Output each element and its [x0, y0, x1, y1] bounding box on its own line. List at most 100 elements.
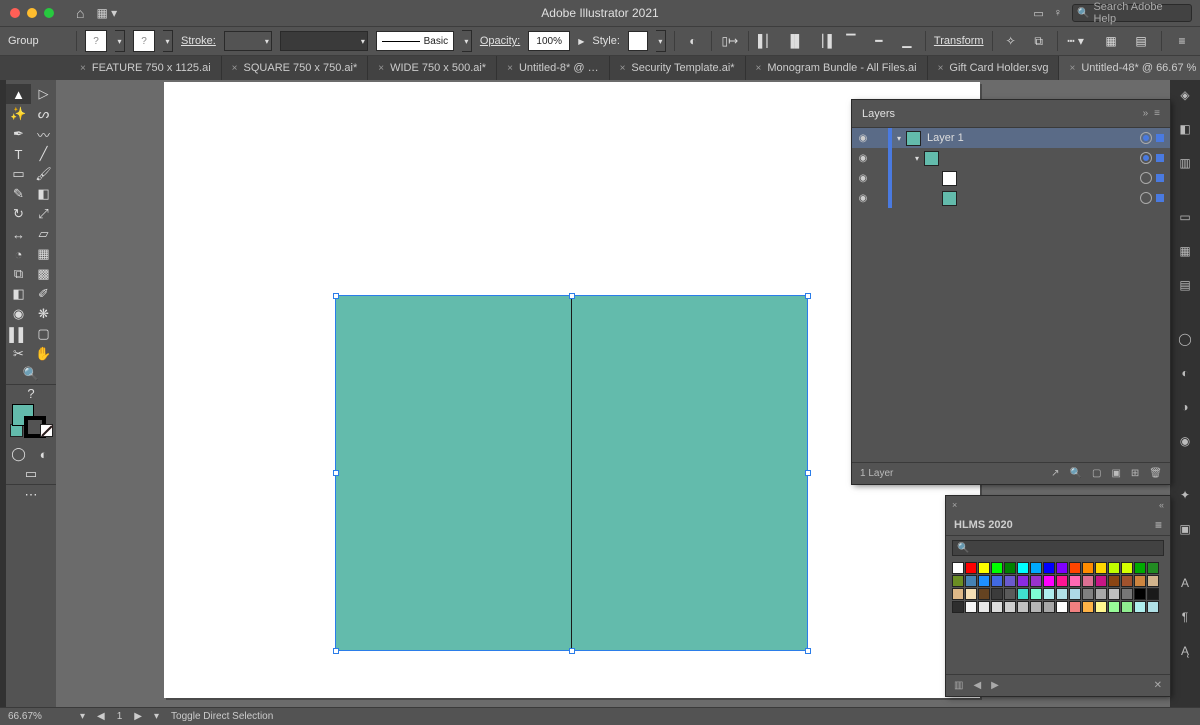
brush-dropdown[interactable] [462, 30, 472, 52]
width-tool[interactable]: ↔ [6, 224, 31, 244]
color-swatch[interactable] [1030, 562, 1042, 574]
properties-panel-icon[interactable]: ◈ [1176, 86, 1194, 104]
layer-row[interactable]: ◉▾ [852, 148, 1170, 168]
swatch-search-input[interactable]: 🔍 [952, 540, 1164, 556]
brush-definition[interactable]: Basic [376, 31, 454, 51]
color-swatch[interactable] [1017, 575, 1029, 587]
opacity-label[interactable]: Opacity: [480, 35, 520, 47]
screen-mode-icon[interactable]: ▭ [6, 464, 56, 484]
rotate-tool[interactable]: ↻ [6, 204, 31, 224]
color-panel-icon[interactable]: ▭ [1176, 208, 1194, 226]
pen-tool[interactable]: ✒ [6, 124, 31, 144]
zoom-level-input[interactable]: 66.67% [8, 711, 68, 722]
brushes-panel-icon[interactable]: ▤ [1176, 276, 1194, 294]
color-swatch[interactable] [1134, 575, 1146, 587]
color-swatch[interactable] [1004, 601, 1016, 613]
disclosure-icon[interactable]: ▾ [892, 134, 906, 143]
selection-handle[interactable] [333, 293, 339, 299]
gradient-panel-icon[interactable]: ◐ [1176, 364, 1194, 382]
color-swatch[interactable] [1147, 588, 1159, 600]
target-icon[interactable] [1140, 152, 1152, 164]
color-swatch[interactable] [1017, 601, 1029, 613]
color-swatch[interactable] [1095, 588, 1107, 600]
document-tab[interactable]: ×Security Template.ai* [610, 56, 746, 80]
color-swatch[interactable] [1108, 601, 1120, 613]
help-search-input[interactable]: 🔍 Search Adobe Help [1072, 4, 1192, 22]
document-tab-active[interactable]: ×Untitled-48* @ 66.67 % (RGB/Preview) [1059, 56, 1200, 80]
color-swatch[interactable] [965, 601, 977, 613]
grid-view-icon[interactable]: ▦ [1101, 31, 1121, 51]
selection-handle[interactable] [805, 293, 811, 299]
color-swatch[interactable] [1030, 588, 1042, 600]
rectangle-tool[interactable]: ▭ [6, 164, 31, 184]
search-layer-icon[interactable]: 🔍 [1070, 468, 1082, 479]
selection-tool[interactable]: ▲ [6, 84, 31, 104]
color-swatch[interactable] [1043, 601, 1055, 613]
color-swatch[interactable] [1056, 601, 1068, 613]
disclosure-icon[interactable]: ▾ [910, 154, 924, 163]
isolate-group-icon[interactable]: ✧ [1001, 31, 1021, 51]
close-icon[interactable]: × [232, 63, 238, 74]
symbol-sprayer-tool[interactable]: ❋ [31, 304, 56, 324]
shaper-tool[interactable]: ✎ [6, 184, 31, 204]
document-tab[interactable]: ×WIDE 750 x 500.ai* [368, 56, 497, 80]
target-icon[interactable] [1140, 132, 1152, 144]
color-swatch[interactable] [1043, 562, 1055, 574]
color-swatch[interactable] [1030, 575, 1042, 587]
close-icon[interactable]: × [620, 63, 626, 74]
next-swatch-icon[interactable]: ▶ [991, 680, 999, 691]
visibility-icon[interactable]: ◉ [852, 153, 874, 164]
layers-panel-icon[interactable]: ◧ [1176, 120, 1194, 138]
panel-menu-icon[interactable]: ≡ [1155, 518, 1162, 532]
curvature-tool[interactable]: 〰 [31, 124, 56, 144]
selection-handle[interactable] [569, 648, 575, 654]
visibility-icon[interactable]: ◉ [852, 193, 874, 204]
close-icon[interactable]: × [1069, 63, 1075, 74]
color-swatch[interactable] [991, 588, 1003, 600]
color-swatch[interactable] [991, 575, 1003, 587]
graphic-style-swatch[interactable] [628, 31, 648, 51]
color-swatch[interactable] [1147, 575, 1159, 587]
appearance-panel-icon[interactable]: ◉ [1176, 432, 1194, 450]
symbols-panel-icon[interactable]: ✦ [1176, 486, 1194, 504]
opacity-input[interactable]: 100% [528, 31, 570, 51]
color-swatch[interactable] [965, 575, 977, 587]
document-tab[interactable]: ×Monogram Bundle - All Files.ai [746, 56, 928, 80]
share-icon[interactable]: ▭ [1033, 7, 1043, 20]
lasso-tool[interactable]: ᔕ [31, 104, 56, 124]
help-bulb-icon[interactable]: ♀ [1054, 7, 1062, 19]
layer-row[interactable]: ◉▾Layer 1 [852, 128, 1170, 148]
color-swatch[interactable] [952, 601, 964, 613]
selection-handle[interactable] [333, 470, 339, 476]
magic-wand-tool[interactable]: ✨ [6, 104, 31, 124]
color-swatch[interactable] [1121, 575, 1133, 587]
color-swatch[interactable] [991, 562, 1003, 574]
layer-row[interactable]: ◉ [852, 188, 1170, 208]
color-swatch[interactable] [1069, 562, 1081, 574]
color-swatch[interactable] [1082, 562, 1094, 574]
color-swatch[interactable] [991, 601, 1003, 613]
artboard-nav-dropdown-icon[interactable]: ▾ [154, 711, 159, 722]
color-swatch[interactable] [1017, 588, 1029, 600]
color-swatch[interactable] [1108, 588, 1120, 600]
color-swatch[interactable] [978, 601, 990, 613]
document-tab[interactable]: ×Untitled-8* @ … [497, 56, 609, 80]
new-layer-icon[interactable]: ⊞ [1131, 468, 1139, 479]
window-close-icon[interactable] [10, 8, 20, 18]
visibility-icon[interactable]: ◉ [852, 133, 874, 144]
color-swatch[interactable] [1082, 588, 1094, 600]
mesh-tool[interactable]: ▩ [31, 264, 56, 284]
selection-handle[interactable] [569, 293, 575, 299]
slice-tool[interactable]: ✂ [6, 344, 31, 364]
color-swatch[interactable] [1004, 575, 1016, 587]
color-swatch[interactable] [965, 588, 977, 600]
align-left-icon[interactable]: ▌▏ [757, 31, 777, 51]
color-swatch[interactable] [1134, 588, 1146, 600]
paintbrush-tool[interactable]: 🖌 [31, 164, 56, 184]
selection-handle[interactable] [333, 648, 339, 654]
gradient-tool[interactable]: ◧ [6, 284, 31, 304]
target-icon[interactable] [1140, 172, 1152, 184]
panel-menu-icon[interactable]: ≡ [1172, 31, 1192, 51]
close-panel-icon[interactable]: × [952, 500, 957, 510]
eraser-tool[interactable]: ◧ [31, 184, 56, 204]
